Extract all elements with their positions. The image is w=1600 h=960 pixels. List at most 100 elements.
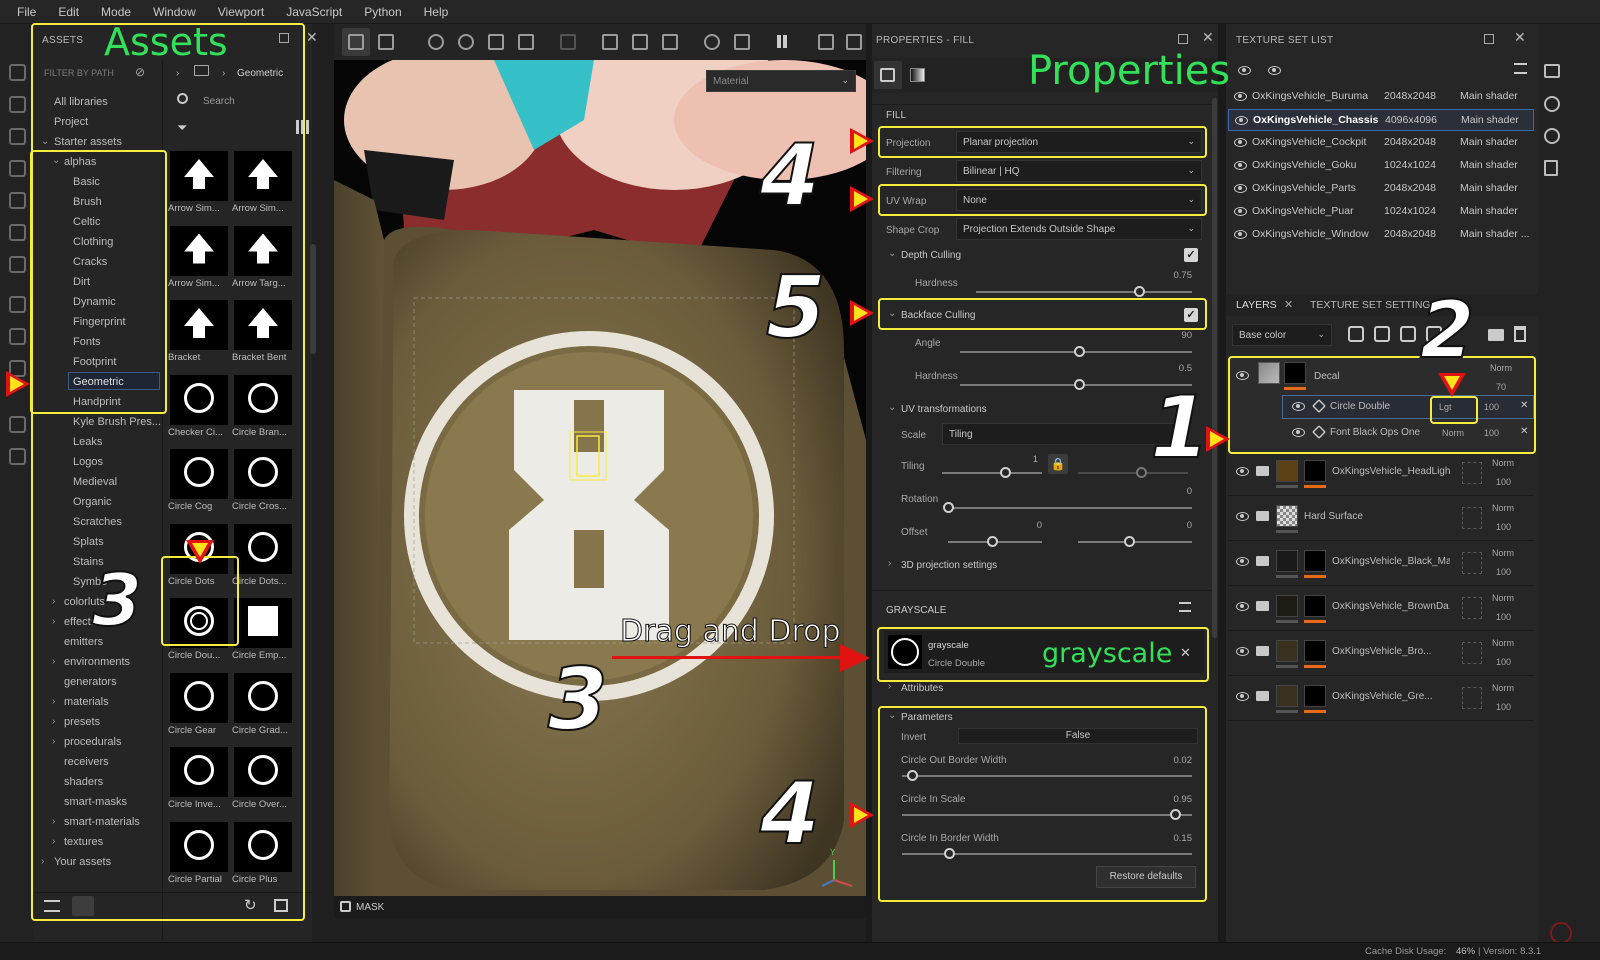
angle-knob[interactable] (1074, 346, 1085, 357)
hide-icon[interactable] (734, 34, 750, 50)
layer-row[interactable]: Hard Surface Norm 100 (1228, 497, 1534, 541)
rotation-track[interactable] (948, 507, 1192, 509)
layer-mask-slot[interactable] (1462, 552, 1482, 574)
shape-crop-dropdown[interactable]: Projection Extends Outside Shape ⌄ (956, 218, 1202, 240)
lock-ratio-icon[interactable]: 🔒 (1048, 454, 1068, 474)
delete-layer-icon[interactable] (1514, 326, 1526, 342)
smudge-tool-icon[interactable] (9, 192, 26, 209)
layer-opacity[interactable]: 100 (1496, 567, 1511, 577)
depth-hardness-knob[interactable] (1134, 286, 1145, 297)
layer-row[interactable]: OxKingsVehicle_Black_Ma... Norm 100 (1228, 542, 1534, 586)
channel-dropdown[interactable]: Base color ⌄ (1232, 324, 1332, 346)
offset-y-knob[interactable] (1124, 536, 1135, 547)
mirror-icon[interactable] (602, 34, 618, 50)
layer-opacity[interactable]: 100 (1496, 477, 1511, 487)
layer-row[interactable]: OxKingsVehicle_BrownDa... Norm 100 (1228, 587, 1534, 631)
layer-mask-slot[interactable] (1462, 507, 1482, 529)
menu-javascript[interactable]: JavaScript (275, 0, 353, 24)
visibility-eye-icon[interactable] (1236, 602, 1249, 611)
visibility-eye-icon[interactable] (1236, 467, 1249, 476)
layer-row[interactable]: OxKingsVehicle_Bro... Norm 100 (1228, 632, 1534, 676)
3d-projection-settings[interactable]: 3D projection settings (901, 560, 997, 571)
close-icon[interactable]: ✕ (1514, 29, 1526, 46)
chevron-right-icon[interactable]: › (888, 558, 891, 569)
visibility-eye-icon[interactable] (1236, 647, 1249, 656)
texture-set-row[interactable]: OxKingsVehicle_Window 2048x2048 Main shade… (1228, 224, 1534, 246)
attributes-label[interactable]: Attributes (901, 683, 943, 694)
box-icon[interactable] (9, 448, 26, 465)
menu-file[interactable]: File (6, 0, 47, 24)
layer-opacity[interactable]: 100 (1496, 612, 1511, 622)
layer-name[interactable]: OxKingsVehicle_BrownDa... (1332, 601, 1450, 612)
mask-label[interactable]: MASK (356, 902, 384, 913)
add-effect-icon[interactable] (1348, 326, 1364, 342)
scrollbar[interactable] (1212, 98, 1217, 638)
layer-mask-slot[interactable] (1462, 687, 1482, 709)
rotation-knob[interactable] (943, 502, 954, 513)
visibility-eye-icon[interactable] (1234, 92, 1247, 101)
shader-settings-icon[interactable] (1544, 96, 1560, 112)
visibility-eye-icon[interactable] (1234, 207, 1247, 216)
tab-layers[interactable]: LAYERS (1236, 299, 1277, 311)
visibility-eye-icon[interactable] (1236, 512, 1249, 521)
visibility-eye-icon[interactable] (1236, 692, 1249, 701)
menu-python[interactable]: Python (353, 0, 412, 24)
visibility-eye-icon[interactable] (1234, 184, 1247, 193)
texture-set-row[interactable]: OxKingsVehicle_Cockpit 2048x2048 Main shad… (1228, 132, 1534, 154)
layer-row[interactable]: OxKingsVehicle_Gre... Norm 100 (1228, 677, 1534, 721)
undock-icon[interactable] (1484, 34, 1494, 44)
layer-blend-mode[interactable]: Norm (1492, 593, 1514, 603)
layer-opacity[interactable]: 100 (1496, 702, 1511, 712)
close-icon[interactable]: ✕ (306, 29, 318, 46)
bake-icon[interactable] (9, 328, 26, 345)
layer-row[interactable]: OxKingsVehicle_HeadLigh... Norm 100 (1228, 452, 1534, 496)
geometry-fill-icon[interactable] (9, 160, 26, 177)
projection-tool-icon[interactable] (9, 128, 26, 145)
layer-name[interactable]: Hard Surface (1304, 511, 1422, 522)
texture-set-row[interactable]: OxKingsVehicle_Buruma 2048x2048 Main shade… (1228, 86, 1534, 108)
menu-help[interactable]: Help (413, 0, 460, 24)
shelf-icon[interactable] (9, 416, 26, 433)
mask-icon[interactable] (340, 901, 351, 912)
menu-icon[interactable] (1514, 63, 1527, 74)
layer-name[interactable]: OxKingsVehicle_HeadLigh... (1332, 466, 1450, 477)
clone-tool-icon[interactable] (9, 224, 26, 241)
panel-splitter[interactable] (1218, 24, 1226, 942)
chevron-down-icon[interactable]: ⌄ (888, 248, 896, 259)
bf-hardness-knob[interactable] (1074, 379, 1085, 390)
add-smart-mask-icon[interactable] (1374, 326, 1390, 342)
visibility-eye-icon[interactable] (1235, 116, 1248, 125)
layer-blend-mode[interactable]: Norm (1492, 548, 1514, 558)
layer-blend-mode[interactable]: Norm (1492, 458, 1514, 468)
layer-blend-mode[interactable]: Norm (1492, 638, 1514, 648)
history-panel-icon[interactable] (1544, 128, 1560, 144)
visibility-toggle-icon[interactable] (1238, 66, 1251, 75)
align-icon[interactable] (632, 34, 648, 50)
menu-icon[interactable] (1179, 602, 1191, 612)
layer-name[interactable]: OxKingsVehicle_Black_Ma... (1332, 556, 1450, 567)
layer-name[interactable]: OxKingsVehicle_Gre... (1332, 691, 1450, 702)
layer-mask-slot[interactable] (1462, 597, 1482, 619)
texture-set-row[interactable]: OxKingsVehicle_Puar 1024x1024 Main shader (1228, 201, 1534, 223)
display-settings-icon[interactable] (1544, 64, 1560, 78)
add-folder-icon[interactable] (1488, 329, 1504, 341)
depth-culling-checkbox[interactable]: ✓ (1184, 248, 1198, 262)
layer-name[interactable]: OxKingsVehicle_Bro... (1332, 646, 1450, 657)
show-all-icon[interactable] (1268, 66, 1281, 75)
chevron-right-icon[interactable]: › (888, 681, 891, 692)
menu-edit[interactable]: Edit (47, 0, 90, 24)
camera-icon[interactable] (818, 34, 834, 50)
layer-mask-slot[interactable] (1462, 642, 1482, 664)
tiling-y-knob[interactable] (1136, 467, 1147, 478)
offset-y-track[interactable] (1078, 541, 1192, 543)
history-icon[interactable] (704, 34, 720, 50)
export-icon[interactable] (9, 296, 26, 313)
tab-texture-set-settings[interactable]: TEXTURE SET SETTINGS (1310, 299, 1438, 311)
texture-set-row[interactable]: OxKingsVehicle_Chassis 4096x4096 Main shad… (1228, 109, 1534, 131)
undock-icon[interactable] (1178, 34, 1188, 44)
depth-hardness-track[interactable] (976, 291, 1192, 293)
chevron-down-icon[interactable]: ⌄ (888, 402, 896, 413)
symmetry-icon[interactable] (662, 34, 678, 50)
close-icon[interactable]: ✕ (1284, 298, 1293, 311)
texture-set-row[interactable]: OxKingsVehicle_Goku 1024x1024 Main shader (1228, 155, 1534, 177)
